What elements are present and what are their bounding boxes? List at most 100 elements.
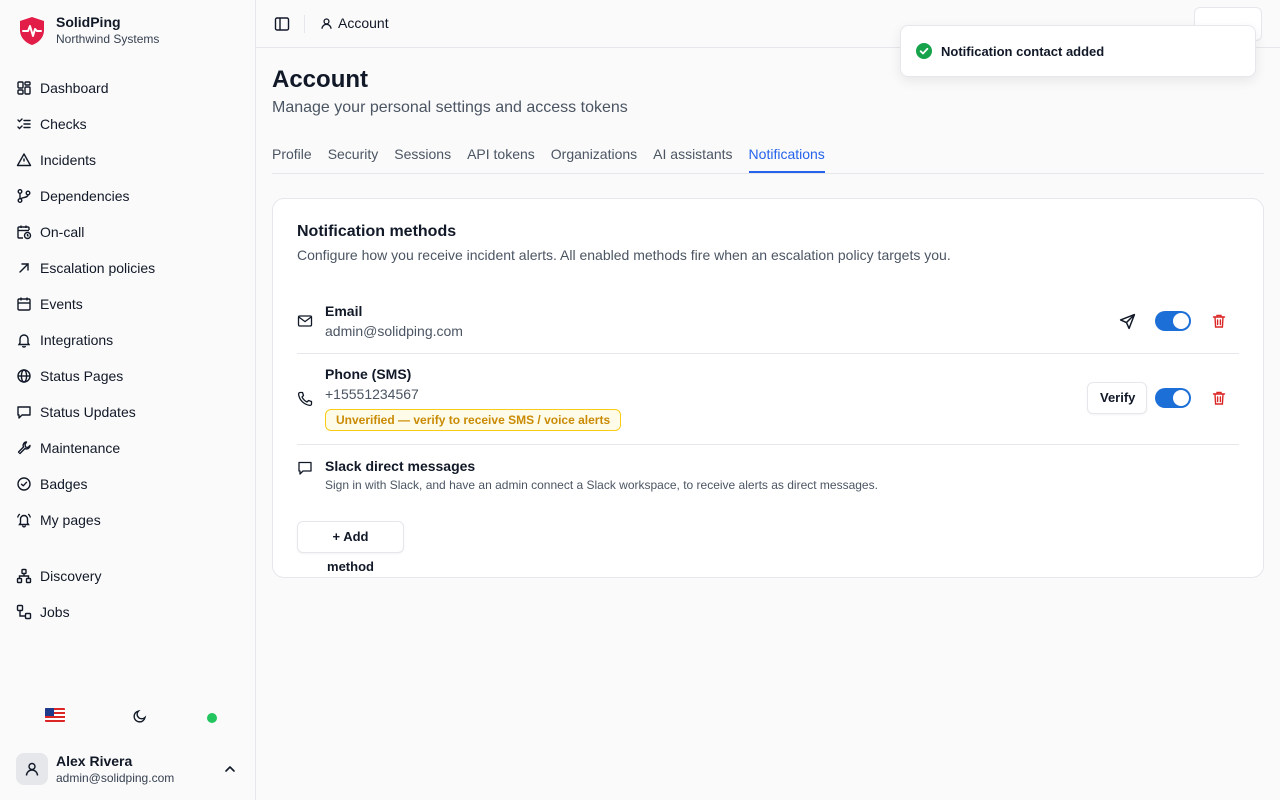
user-icon <box>321 17 332 29</box>
method-name: Email <box>325 303 363 319</box>
moon-icon[interactable] <box>132 708 148 724</box>
sidebar-item-label: Status Pages <box>40 368 124 384</box>
method-description: Sign in with Slack, and have an admin co… <box>325 478 878 492</box>
sidebar-item-dashboard[interactable]: Dashboard <box>8 70 248 106</box>
sidebar: SolidPing Northwind Systems Dashboard Ch… <box>0 0 256 800</box>
tab-api-tokens[interactable]: API tokens <box>467 144 535 173</box>
method-slack: Slack direct messages Sign in with Slack… <box>297 445 1239 497</box>
sidebar-item-events[interactable]: Events <box>8 286 248 322</box>
phone-icon <box>297 391 313 407</box>
sidebar-item-status-updates[interactable]: Status Updates <box>8 394 248 430</box>
bell-ring-icon <box>17 513 31 528</box>
sidebar-nav: Dashboard Checks Incidents Dependencies … <box>8 70 248 630</box>
sidebar-item-incidents[interactable]: Incidents <box>8 142 248 178</box>
sidebar-item-label: My pages <box>40 512 101 528</box>
warning-icon <box>16 153 32 167</box>
bell-icon <box>17 334 31 348</box>
toast-notification: Notification contact added <box>900 25 1256 77</box>
nav-separator <box>8 538 248 558</box>
sidebar-item-label: Checks <box>40 116 87 132</box>
account-tabs: Profile Security Sessions API tokens Org… <box>272 144 1264 174</box>
tab-organizations[interactable]: Organizations <box>551 144 637 173</box>
sidebar-item-checks[interactable]: Checks <box>8 106 248 142</box>
sidebar-item-on-call[interactable]: On-call <box>8 214 248 250</box>
main-content: Account Manage your personal settings an… <box>256 48 1280 800</box>
message-square-icon <box>298 461 312 475</box>
brand-name: SolidPing <box>56 14 121 30</box>
tab-profile[interactable]: Profile <box>272 144 312 173</box>
user-icon <box>25 762 39 776</box>
user-email: admin@solidping.com <box>56 770 175 785</box>
add-method-button[interactable]: + Add method <box>297 521 404 574</box>
sidebar-item-label: Badges <box>40 476 88 492</box>
toggle-knob <box>1173 390 1189 406</box>
notification-methods-card: Notification methods Configure how you r… <box>272 198 1264 578</box>
trash-icon <box>1212 391 1226 405</box>
sidebar-item-discovery[interactable]: Discovery <box>8 558 248 594</box>
chevron-up-icon[interactable] <box>222 761 238 777</box>
workflow-icon <box>16 604 32 620</box>
sidebar-item-label: Status Updates <box>40 404 136 420</box>
page-subtitle: Manage your personal settings and access… <box>272 99 628 116</box>
send-icon <box>1119 313 1135 329</box>
check-circle-icon <box>916 43 932 59</box>
method-name: Phone (SMS) <box>325 366 412 382</box>
sidebar-item-label: On-call <box>40 224 85 240</box>
sidebar-tools <box>0 706 256 730</box>
tab-sessions[interactable]: Sessions <box>394 144 451 173</box>
method-phone: Phone (SMS) +15551234567 Unverified — ve… <box>297 354 1239 445</box>
avatar <box>16 753 48 785</box>
dashboard-icon <box>17 81 31 95</box>
phone-enabled-toggle[interactable] <box>1155 388 1191 408</box>
sidebar-item-badges[interactable]: Badges <box>8 466 248 502</box>
method-value: admin@solidping.com <box>325 323 463 339</box>
sidebar-item-label: Integrations <box>40 332 114 348</box>
unverified-badge: Unverified — verify to receive SMS / voi… <box>325 409 622 431</box>
tab-security[interactable]: Security <box>328 144 379 173</box>
method-name: Slack direct messages <box>325 458 476 474</box>
card-title: Notification methods <box>297 223 457 240</box>
verify-button[interactable]: Verify <box>1087 382 1147 414</box>
sidebar-item-status-pages[interactable]: Status Pages <box>8 358 248 394</box>
user-menu[interactable]: Alex Rivera admin@solidping.com <box>16 752 244 786</box>
tab-notifications[interactable]: Notifications <box>748 144 825 173</box>
message-icon <box>17 406 31 419</box>
sidebar-item-label: Dependencies <box>40 188 130 204</box>
sidebar-item-my-pages[interactable]: My pages <box>8 502 248 538</box>
sidebar-item-dependencies[interactable]: Dependencies <box>8 178 248 214</box>
tab-ai-assistants[interactable]: AI assistants <box>653 144 732 173</box>
us-flag-icon[interactable] <box>45 708 65 722</box>
sidebar-item-maintenance[interactable]: Maintenance <box>8 430 248 466</box>
wrench-icon <box>17 441 31 455</box>
sidebar-item-label: Events <box>40 296 83 312</box>
sidebar-item-integrations[interactable]: Integrations <box>8 322 248 358</box>
method-value: +15551234567 <box>325 386 419 402</box>
sidebar-item-label: Escalation policies <box>40 260 156 276</box>
sidebar-item-label: Dashboard <box>40 80 109 96</box>
sidebar-item-jobs[interactable]: Jobs <box>8 594 248 630</box>
sidebar-item-label: Discovery <box>40 568 102 584</box>
email-enabled-toggle[interactable] <box>1155 311 1191 331</box>
method-email: Email admin@solidping.com <box>297 291 1239 354</box>
org-name: Northwind Systems <box>56 32 160 46</box>
arrow-up-right-icon <box>19 263 29 273</box>
calendar-icon <box>17 297 31 311</box>
page-title: Account <box>272 66 368 93</box>
breadcrumb-current: Account <box>338 15 389 31</box>
sidebar-item-escalation-policies[interactable]: Escalation policies <box>8 250 248 286</box>
card-subtitle: Configure how you receive incident alert… <box>297 247 951 263</box>
toast-message: Notification contact added <box>941 43 1105 59</box>
calendar-clock-icon <box>17 225 32 240</box>
connection-status-dot <box>207 713 217 723</box>
sidebar-toggle-icon[interactable] <box>274 16 290 32</box>
globe-icon <box>17 369 31 383</box>
badge-check-icon <box>17 477 31 491</box>
topbar-divider <box>304 15 305 33</box>
send-test-button[interactable] <box>1113 307 1141 335</box>
sidebar-item-label: Jobs <box>40 604 70 620</box>
toggle-knob <box>1173 313 1189 329</box>
delete-phone-button[interactable] <box>1205 384 1233 412</box>
delete-email-button[interactable] <box>1205 307 1233 335</box>
brand[interactable]: SolidPing Northwind Systems <box>16 14 159 47</box>
mail-icon <box>297 315 313 327</box>
